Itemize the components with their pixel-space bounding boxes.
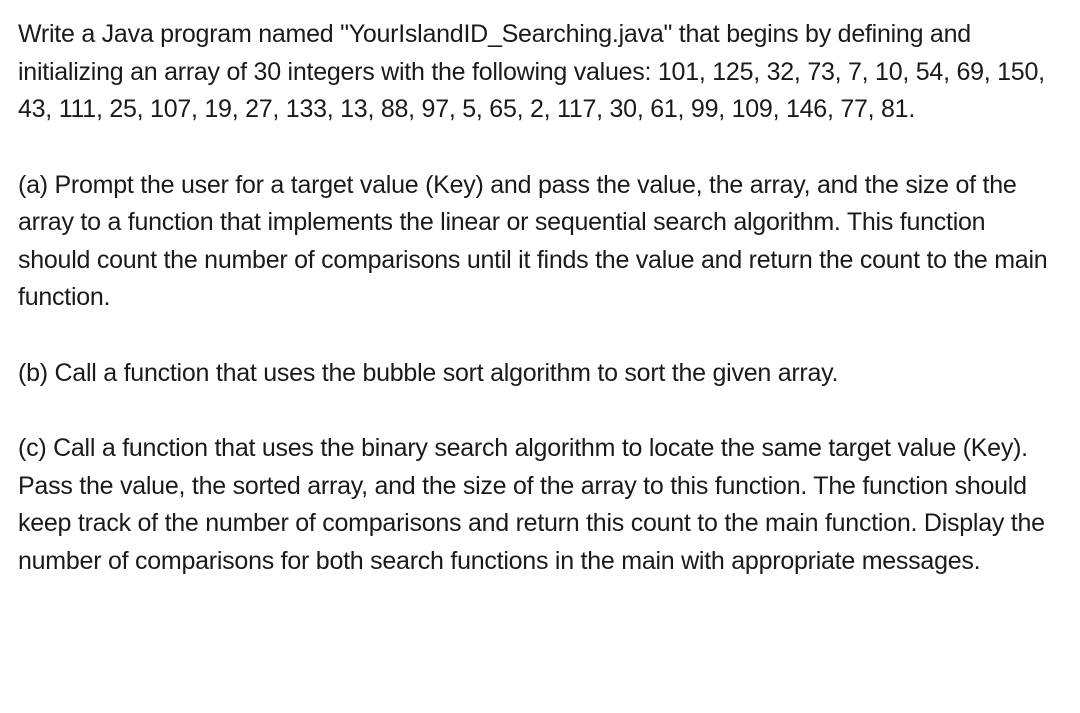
part-c-paragraph: (c) Call a function that uses the binary… bbox=[18, 430, 1062, 580]
intro-paragraph: Write a Java program named "YourIslandID… bbox=[18, 16, 1062, 129]
part-b-paragraph: (b) Call a function that uses the bubble… bbox=[18, 355, 1062, 393]
part-a-paragraph: (a) Prompt the user for a target value (… bbox=[18, 167, 1062, 317]
